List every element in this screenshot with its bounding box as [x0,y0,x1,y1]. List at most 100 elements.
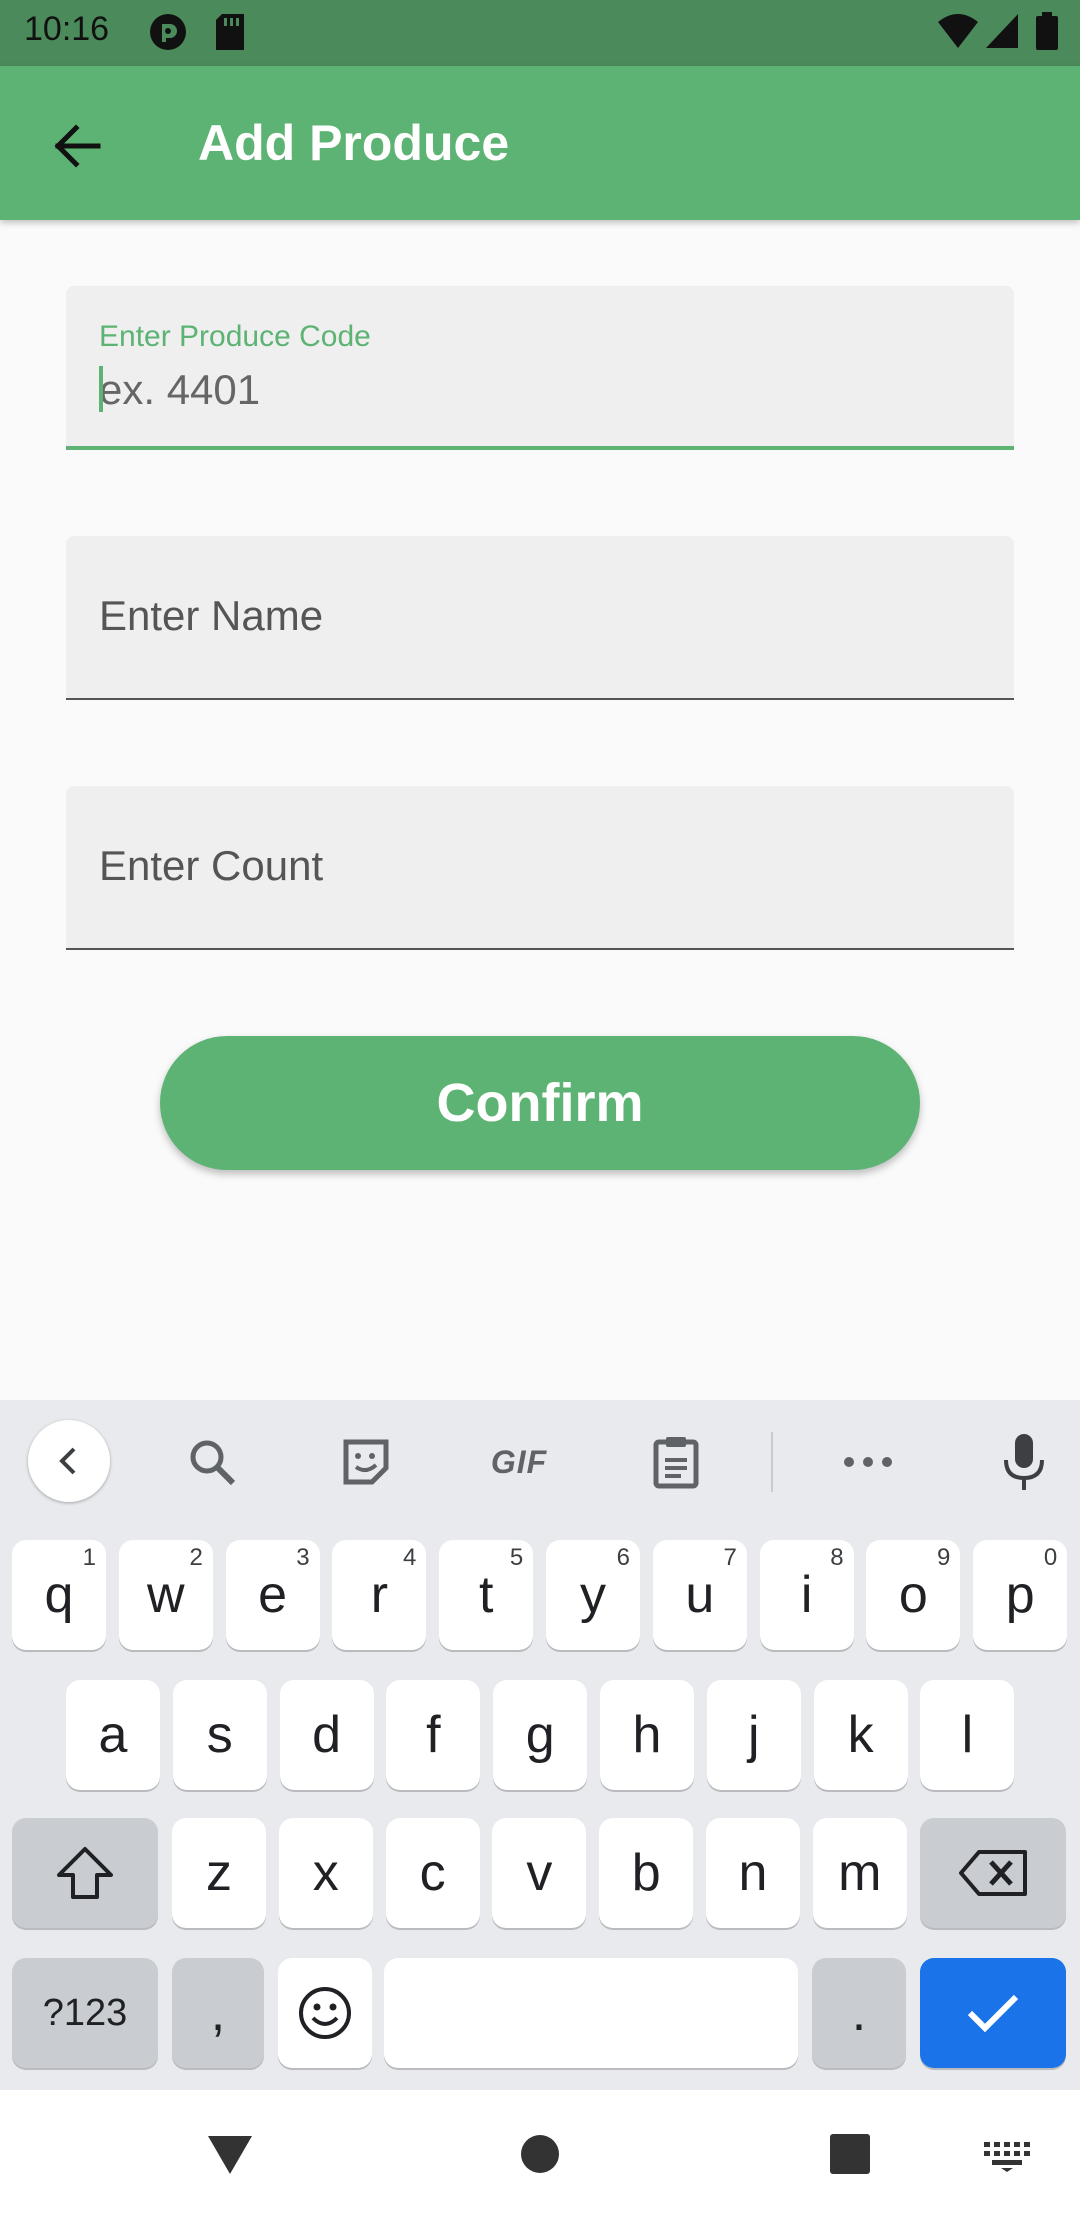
battery-icon [1036,12,1058,57]
key-hint: 8 [830,1544,844,1571]
key-label: e [258,1566,288,1624]
key-d[interactable]: d [279,1680,374,1790]
key-w[interactable]: w2 [118,1540,213,1650]
nav-home-button[interactable] [520,2134,560,2179]
mic-icon [1004,1434,1044,1490]
sd-card-icon [214,12,246,57]
key-hint: 2 [189,1544,203,1571]
key-hint: 7 [723,1544,737,1571]
key-t[interactable]: t5 [439,1540,534,1650]
status-bar: 10:16 [0,0,1080,66]
key-g[interactable]: g [493,1680,588,1790]
key-h[interactable]: h [600,1680,694,1790]
text-cursor [99,366,103,412]
sticker-icon [343,1439,389,1485]
key-s[interactable]: s [172,1680,267,1790]
keyboard-voice-button[interactable] [992,1430,1056,1494]
key-label: p [1005,1566,1035,1624]
name-field[interactable]: Enter Name [66,536,1014,700]
shift-icon [57,1847,113,1899]
backspace-icon [959,1850,1027,1896]
arrow-left-icon [54,124,101,168]
backspace-key[interactable] [920,1818,1066,1928]
key-l[interactable]: l [920,1680,1015,1790]
key-label: f [426,1706,441,1764]
keyboard-search-button[interactable] [180,1430,244,1494]
key-m[interactable]: m [812,1818,907,1928]
key-a[interactable]: a [66,1680,160,1790]
keyboard-toolbar: GIF [0,1400,1080,1520]
key-label: b [631,1844,661,1902]
key-label: c [419,1844,446,1902]
key-i[interactable]: i8 [759,1540,854,1650]
shift-key[interactable] [12,1818,158,1928]
wifi-icon [936,12,980,57]
keyboard-switch-icon [984,2142,1030,2172]
key-b[interactable]: b [599,1818,694,1928]
space-key[interactable] [384,1958,798,2068]
key-label: g [525,1706,555,1764]
key-hint: 5 [509,1544,524,1571]
keyboard-gif-button[interactable]: GIF [484,1430,554,1494]
key-f[interactable]: f [386,1680,481,1790]
key-c[interactable]: c [385,1818,480,1928]
nav-back-button[interactable] [206,2132,254,2181]
count-field[interactable]: Enter Count [66,786,1014,950]
key-r[interactable]: r4 [332,1540,427,1650]
home-circle-icon [521,2135,559,2173]
keyboard-sticker-button[interactable] [334,1430,398,1494]
confirm-button[interactable]: Confirm [160,1036,920,1170]
page-title: Add Produce [198,115,510,171]
key-y[interactable]: y6 [546,1540,640,1650]
key-label: k [847,1706,874,1764]
name-placeholder: Enter Name [99,592,324,639]
comma-key[interactable]: , [172,1958,264,2068]
back-button[interactable] [40,110,112,182]
toolbar-divider [771,1432,773,1492]
key-label: i [800,1566,813,1624]
key-label: x [312,1844,339,1902]
key-label: r [370,1566,389,1624]
back-triangle-icon [208,2136,252,2174]
key-label: s [206,1706,233,1764]
key-label: y [580,1566,606,1624]
symbols-key[interactable]: ?123 [12,1958,158,2068]
clipboard-icon [653,1437,699,1489]
key-hint: 6 [616,1544,630,1571]
key-hint: 1 [82,1544,96,1571]
nav-keyboard-switch-button[interactable] [984,2142,1030,2177]
key-n[interactable]: n [706,1818,800,1928]
key-label: u [685,1566,715,1624]
more-icon [844,1457,892,1467]
keyboard-more-button[interactable] [836,1430,900,1494]
key-label: o [898,1566,928,1624]
key-label: w [147,1566,185,1624]
produce-code-hint: ex. 4401 [99,366,261,413]
keyboard-collapse-button[interactable] [28,1420,110,1502]
key-label: z [206,1844,232,1902]
chevron-left-icon [59,1447,76,1475]
key-label: a [98,1706,128,1764]
key-v[interactable]: v [492,1818,587,1928]
key-x[interactable]: x [278,1818,373,1928]
period-key[interactable]: . [812,1958,906,2068]
count-placeholder: Enter Count [99,842,324,889]
key-o[interactable]: o9 [866,1540,961,1650]
key-e[interactable]: e3 [225,1540,320,1650]
produce-code-field[interactable]: Enter Produce Code ex. 4401 [66,286,1014,450]
key-q[interactable]: q1 [12,1540,106,1650]
key-p[interactable]: p0 [973,1540,1068,1650]
keyboard-clipboard-button[interactable] [644,1430,708,1494]
nav-recents-button[interactable] [830,2134,870,2179]
key-label: m [838,1844,882,1902]
emoji-key[interactable] [278,1958,372,2068]
key-z[interactable]: z [172,1818,266,1928]
key-label: t [478,1566,494,1624]
key-j[interactable]: j [706,1680,801,1790]
emoji-icon [299,1987,351,2039]
done-key[interactable] [920,1958,1066,2068]
checkmark-icon [967,1994,1019,2033]
recents-square-icon [830,2134,870,2174]
key-k[interactable]: k [813,1680,908,1790]
key-u[interactable]: u7 [652,1540,747,1650]
